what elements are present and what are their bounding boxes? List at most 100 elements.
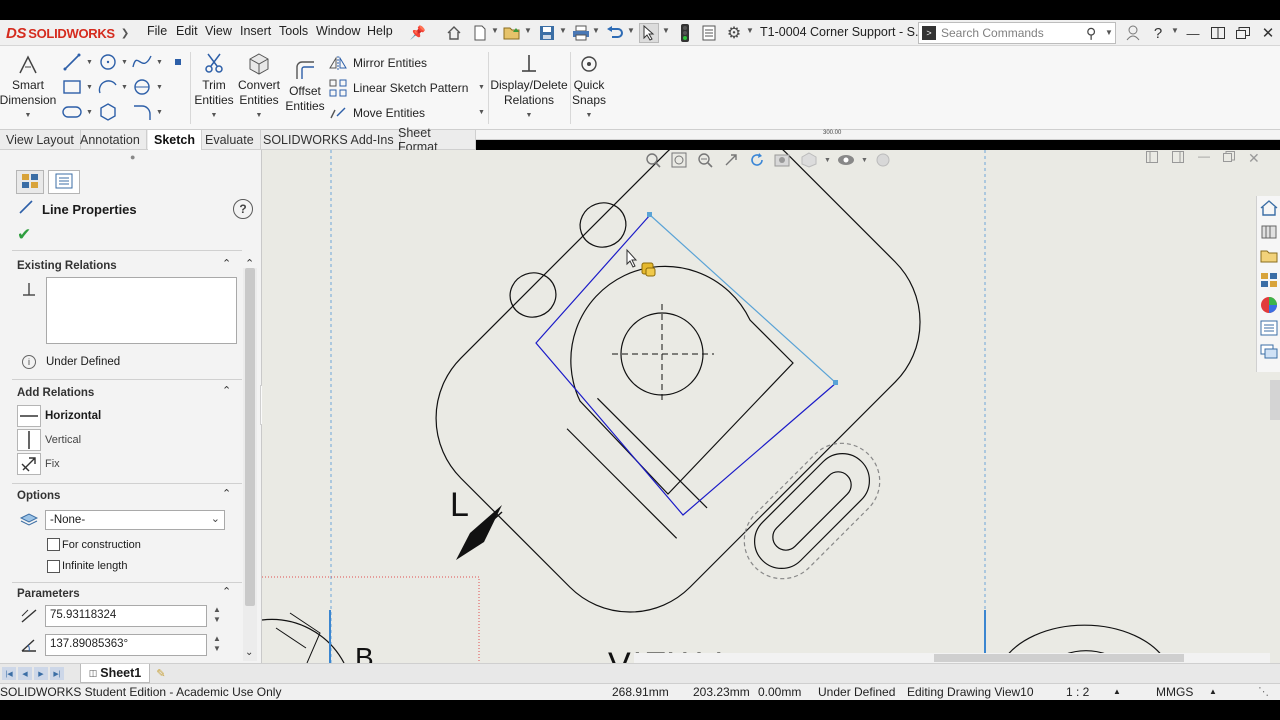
fillet-icon[interactable] <box>132 102 152 122</box>
sheet-tab-sheet1[interactable]: ◫ Sheet1 <box>80 664 150 683</box>
rebuild-traffic-light-icon[interactable] <box>675 23 695 43</box>
for-construction-label[interactable]: For construction <box>62 539 141 551</box>
print-dropdown-icon[interactable]: ▼ <box>592 26 600 35</box>
appearance-icon[interactable] <box>872 153 894 167</box>
help-dropdown-icon[interactable]: ▼ <box>1171 26 1179 35</box>
pin-icon[interactable]: 📌 <box>408 23 428 43</box>
zoom-to-fit-icon[interactable] <box>642 152 664 168</box>
help-question-icon[interactable]: ? <box>233 199 253 219</box>
forum-icon[interactable] <box>1260 344 1278 363</box>
select-dropdown-icon[interactable]: ▼ <box>662 26 670 35</box>
ellipse-dropdown-icon[interactable]: ▼ <box>156 84 163 91</box>
tab-annotation[interactable]: Annotation <box>74 130 147 150</box>
fix-anchor-icon[interactable] <box>17 453 41 475</box>
convert-entities-button[interactable]: Convert Entities ▼ <box>236 50 282 123</box>
convert-dropdown-icon[interactable]: ▼ <box>256 108 263 123</box>
tab-sheet-format[interactable]: Sheet Format <box>392 126 476 154</box>
infinite-length-checkbox[interactable] <box>47 560 60 573</box>
resize-grip-icon[interactable]: ⋱ <box>1258 685 1269 698</box>
display-style-icon[interactable] <box>798 152 820 168</box>
panel-collapse-dot[interactable]: ● <box>130 152 135 162</box>
property-manager-tab[interactable] <box>48 170 80 194</box>
view-settings-icon[interactable] <box>772 152 794 168</box>
view-palette-icon[interactable] <box>1260 272 1278 291</box>
arc-icon[interactable] <box>98 77 118 97</box>
move-dropdown-icon[interactable]: ▼ <box>478 109 485 116</box>
last-sheet-icon[interactable]: ▶| <box>50 667 64 680</box>
angle-field[interactable]: 137.89085363° <box>45 634 207 656</box>
home-icon[interactable] <box>444 23 464 43</box>
undo-icon[interactable] <box>605 23 625 43</box>
solidworks-logo[interactable]: DS SOLIDWORKS ❯ <box>6 23 129 43</box>
tile-windows-icon[interactable] <box>1208 23 1228 43</box>
viewport-tile-right-icon[interactable] <box>1172 151 1184 166</box>
appearances-icon[interactable] <box>1260 296 1278 317</box>
options-gear-icon[interactable]: ⚙ <box>724 23 744 43</box>
restore-icon[interactable] <box>1233 23 1253 43</box>
drawing-canvas[interactable]: L B VIEW L ▼ ▼ — ✕ <box>262 150 1280 663</box>
menu-window[interactable]: Window <box>316 24 360 38</box>
prev-sheet-icon[interactable]: ◀ <box>18 667 32 680</box>
search-dropdown-icon[interactable]: ▼ <box>1105 28 1113 37</box>
collapse-parameters-icon[interactable]: ⌃ <box>222 585 231 598</box>
slot-icon[interactable] <box>62 102 82 122</box>
task-pane-home-icon[interactable] <box>1260 200 1278 219</box>
line-dropdown-icon[interactable]: ▼ <box>86 59 93 66</box>
smart-dimension-dropdown-icon[interactable]: ▼ <box>25 108 32 123</box>
help-icon[interactable]: ? <box>1148 23 1168 43</box>
fix-relation-label[interactable]: Fix <box>45 458 60 470</box>
menu-view[interactable]: View <box>205 24 232 38</box>
status-units[interactable]: MMGS <box>1156 685 1193 699</box>
circle-dropdown-icon[interactable]: ▼ <box>121 59 128 66</box>
user-account-icon[interactable] <box>1123 23 1143 43</box>
panel-scrollbar[interactable] <box>243 268 257 661</box>
new-document-icon[interactable] <box>470 23 490 43</box>
circle-icon[interactable] <box>98 52 118 72</box>
vertical-relation-label[interactable]: Vertical <box>45 434 81 446</box>
quick-snaps-dropdown-icon[interactable]: ▼ <box>586 108 593 123</box>
canvas-scrollbar-thumb[interactable] <box>934 654 1184 662</box>
feature-manager-tab[interactable] <box>16 170 44 194</box>
arc-dropdown-icon[interactable]: ▼ <box>121 84 128 91</box>
menu-insert[interactable]: Insert <box>240 24 271 38</box>
ok-checkmark-icon[interactable]: ✔ <box>17 225 31 245</box>
slot-dropdown-icon[interactable]: ▼ <box>86 109 93 116</box>
relations-dropdown-icon[interactable]: ▼ <box>526 108 533 123</box>
open-dropdown-icon[interactable]: ▼ <box>524 26 532 35</box>
open-folder-icon[interactable] <box>502 23 522 43</box>
scale-dropdown-icon[interactable]: ▲ <box>1113 687 1121 696</box>
mirror-entities-button[interactable]: Mirror Entities <box>329 52 427 74</box>
file-properties-icon[interactable] <box>699 23 719 43</box>
menu-file[interactable]: File <box>147 24 167 38</box>
trim-dropdown-icon[interactable]: ▼ <box>211 108 218 123</box>
search-commands-box[interactable]: > ⚲ ▼ <box>918 22 1116 44</box>
add-sheet-icon[interactable]: ✎ <box>153 666 169 680</box>
tab-sketch[interactable]: Sketch <box>148 130 202 150</box>
trim-entities-button[interactable]: Trim Entities ▼ <box>194 50 234 123</box>
horizontal-relation-label[interactable]: Horizontal <box>45 410 101 422</box>
tab-evaluate[interactable]: Evaluate <box>199 130 261 150</box>
file-explorer-icon[interactable] <box>1260 248 1278 267</box>
layer-select[interactable]: -None- ⌄ <box>45 510 225 530</box>
zoom-to-area-icon[interactable] <box>668 152 690 168</box>
fillet-dropdown-icon[interactable]: ▼ <box>156 109 163 116</box>
custom-properties-icon[interactable] <box>1260 320 1278 339</box>
search-input[interactable] <box>941 25 1081 41</box>
design-library-icon[interactable] <box>1260 224 1278 243</box>
length-spinner-icon[interactable]: ▲ ▼ <box>213 605 221 625</box>
select-cursor-icon[interactable] <box>639 23 659 43</box>
smart-dimension-button[interactable]: Smart Dimension ▼ <box>0 50 56 123</box>
viewport-minimize-icon[interactable]: — <box>1198 150 1210 163</box>
menu-tools[interactable]: Tools <box>279 24 308 38</box>
status-scale[interactable]: 1 : 2 <box>1066 685 1089 699</box>
print-icon[interactable] <box>571 23 591 43</box>
tab-solidworks-add-ins[interactable]: SOLIDWORKS Add-Ins <box>257 130 401 150</box>
hide-show-items-icon[interactable] <box>835 153 857 167</box>
collapse-add-relations-icon[interactable]: ⌃ <box>222 384 231 397</box>
length-field[interactable]: 75.93118324 <box>45 605 207 627</box>
rotate-view-icon[interactable] <box>746 152 768 168</box>
first-sheet-icon[interactable]: |◀ <box>2 667 16 680</box>
search-icon[interactable]: ⚲ <box>1086 25 1096 42</box>
infinite-length-label[interactable]: Infinite length <box>62 560 127 572</box>
ellipse-icon[interactable] <box>132 77 152 97</box>
